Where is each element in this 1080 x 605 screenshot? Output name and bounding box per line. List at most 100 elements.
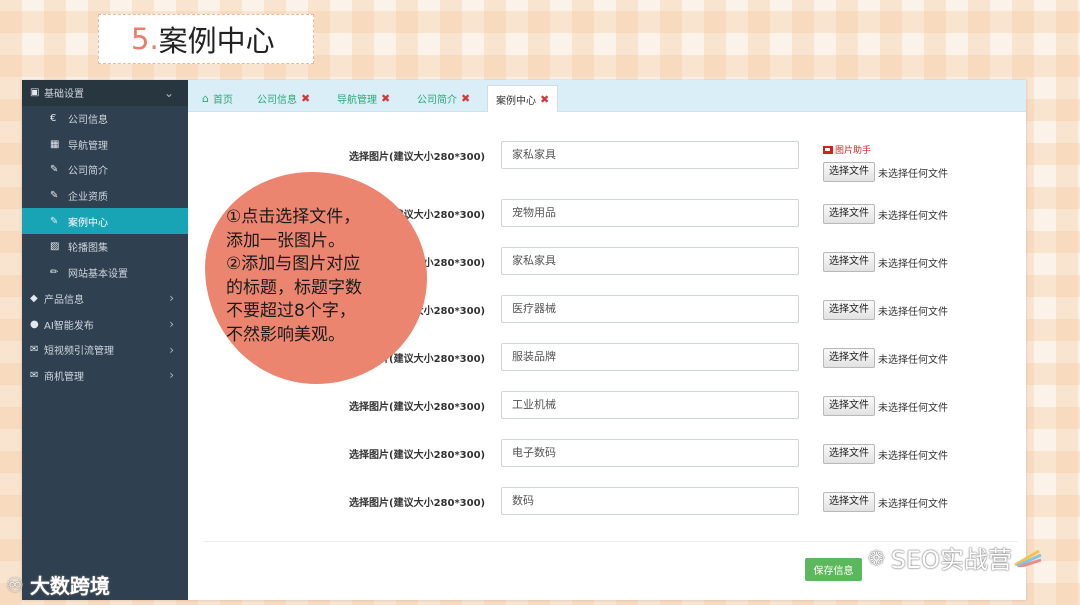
pencils-decoration-icon [1014,549,1042,567]
envelope-icon: ✉ [30,344,39,356]
watermark-left-text: 大数跨境 [29,574,110,598]
field-label: 选择图片(建议大小280*300) [349,152,486,163]
sidebar-item-carousel[interactable]: ▨ 轮播图集 [22,234,188,260]
edit-icon: ✎ [50,164,59,176]
title-input[interactable]: 家私家具 [501,141,799,169]
sidebar-item-label: 公司简介 [68,166,108,178]
envelope-icon: ✉ [30,369,39,381]
sidebar-group-label: 产品信息 [44,294,84,306]
title-input[interactable]: 电子数码 [501,439,799,467]
chevron-down-icon: ⌄ [163,85,174,100]
choose-file-button[interactable]: 选择文件 [823,492,875,512]
slide-title: 5. 案例中心 [98,14,314,64]
close-icon[interactable]: ✖ [301,92,310,105]
watermark-right: ❁ SEO实战营 [868,540,1012,575]
choose-file-button[interactable]: 选择文件 [823,348,875,368]
home-icon: ⌂ [202,92,209,105]
file-status: 未选择任何文件 [878,355,948,366]
sidebar-group-basic-settings[interactable]: ▣ 基础设置 ⌄ [22,80,188,106]
slide-title-text: 案例中心 [158,24,275,58]
file-status: 未选择任何文件 [878,403,948,414]
title-input[interactable]: 服装品牌 [501,343,799,371]
form-row: 选择图片(建议大小280*300) 工业机械 选择文件 未选择任何文件 [166,391,1080,419]
annotation-text: ①点击选择文件， 添加一张图片。 ②添加与图片对应 的标题，标题字数 不要超过8… [226,206,406,347]
close-icon[interactable]: ✖ [540,93,549,106]
file-status: 未选择任何文件 [878,169,948,180]
sidebar-group-short-video[interactable]: ✉ 短视频引流管理 › [22,337,188,363]
sidebar-item-label: 公司信息 [68,115,108,127]
close-icon[interactable]: ✖ [381,92,390,105]
choose-file-button[interactable]: 选择文件 [823,252,875,272]
watermark-right-text: SEO实战营 [890,546,1013,574]
choose-file-button[interactable]: 选择文件 [823,300,875,320]
form-row: 选择图片(建议大小280*300) 家私家具 选择文件 未选择任何文件 [166,141,1080,182]
sidebar: ▣ 基础设置 ⌄ € 公司信息 ▦ 导航管理 ✎ 公司简介 ✎ 企业资质 ✎ 案… [22,80,188,600]
settings-icon: ▣ [30,87,40,99]
file-status: 未选择任何文件 [878,499,948,510]
choose-file-button[interactable]: 选择文件 [823,444,875,464]
tab-label: 首页 [212,95,233,106]
file-status: 未选择任何文件 [878,211,948,222]
sidebar-group-label: 短视频引流管理 [44,346,114,358]
tab-bar: ⌂ 首页 公司信息 ✖ 导航管理 ✖ 公司简介 ✖ 案例中心 ✖ [188,80,1026,112]
sidebar-group-label: 商机管理 [44,371,84,383]
tab-label: 公司简介 [417,95,457,106]
form-row: 选择图片(建议大小280*300) 数码 选择文件 未选择任何文件 [166,487,1080,515]
edit-icon: ✎ [50,190,59,202]
tab-company-intro[interactable]: 公司简介 ✖ [409,85,478,112]
sidebar-group-business[interactable]: ✉ 商机管理 › [22,363,188,389]
tab-label: 公司信息 [257,95,297,106]
sidebar-item-label: 案例中心 [68,217,108,229]
pencil-icon: ✏ [50,267,59,279]
file-status: 未选择任何文件 [878,259,948,270]
sidebar-group-products[interactable]: ◆ 产品信息 › [22,286,188,312]
annotation-line: 不要超过8个字， [226,301,356,321]
form-row: 选择图片(建议大小280*300) 电子数码 选择文件 未选择任何文件 [166,439,1080,467]
slide-title-number: 5. [131,22,159,56]
field-label: 选择图片(建议大小280*300) [349,450,486,461]
annotation-line: 添加一张图片。 [226,230,345,251]
file-status: 未选择任何文件 [878,307,948,318]
watermark-left: ♾ 大数跨境 [6,570,110,599]
title-input[interactable]: 数码 [501,487,799,515]
sidebar-item-case-center[interactable]: ✎ 案例中心 [22,208,188,235]
image-icon: ▨ [50,241,60,253]
title-input[interactable]: 医疗器械 [501,295,799,323]
choose-file-button[interactable]: 选择文件 [823,396,875,416]
choose-file-button[interactable]: 选择文件 [823,162,875,182]
tab-label: 案例中心 [496,95,536,107]
sidebar-item-label: 轮播图集 [68,243,108,255]
save-button[interactable]: 保存信息 [805,558,862,581]
file-status: 未选择任何文件 [878,451,948,462]
sidebar-group-label: 基础设置 [44,89,84,101]
title-input[interactable]: 家私家具 [501,247,799,275]
sidebar-item-company-intro[interactable]: ✎ 公司简介 [22,157,188,183]
sidebar-item-site-settings[interactable]: ✏ 网站基本设置 [22,260,188,286]
title-input[interactable]: 宠物用品 [501,199,799,227]
sidebar-item-company-info[interactable]: € 公司信息 [22,106,188,132]
euro-icon: € [50,113,57,125]
close-icon[interactable]: ✖ [461,92,470,105]
annotation-line: 的标题，标题字数 [226,277,362,298]
tab-nav-management[interactable]: 导航管理 ✖ [329,85,398,112]
sidebar-item-label: 导航管理 [68,140,108,152]
grid-icon: ▦ [50,138,60,150]
sidebar-item-nav-management[interactable]: ▦ 导航管理 [22,131,188,157]
annotation-line: ①点击选择文件， [226,207,361,227]
logo-icon: ♾ [6,572,24,597]
title-input[interactable]: 工业机械 [501,391,799,419]
choose-file-button[interactable]: 选择文件 [823,204,875,224]
tab-home[interactable]: ⌂ 首页 [194,85,241,112]
edit-icon: ✎ [50,215,59,227]
sidebar-group-label: AI智能发布 [44,320,94,332]
tab-case-center[interactable]: 案例中心 ✖ [487,85,559,112]
tab-company-info[interactable]: 公司信息 ✖ [249,85,318,112]
sidebar-item-label: 网站基本设置 [68,269,128,281]
wechat-icon: ❁ [868,545,885,570]
tab-label: 导航管理 [337,95,377,106]
sidebar-item-label: 企业资质 [68,192,108,204]
sidebar-group-ai-publish[interactable]: ● AI智能发布 › [22,311,188,337]
field-label: 选择图片(建议大小280*300) [349,402,486,413]
sidebar-item-qualifications[interactable]: ✎ 企业资质 [22,183,188,209]
location-icon: ● [30,318,39,330]
